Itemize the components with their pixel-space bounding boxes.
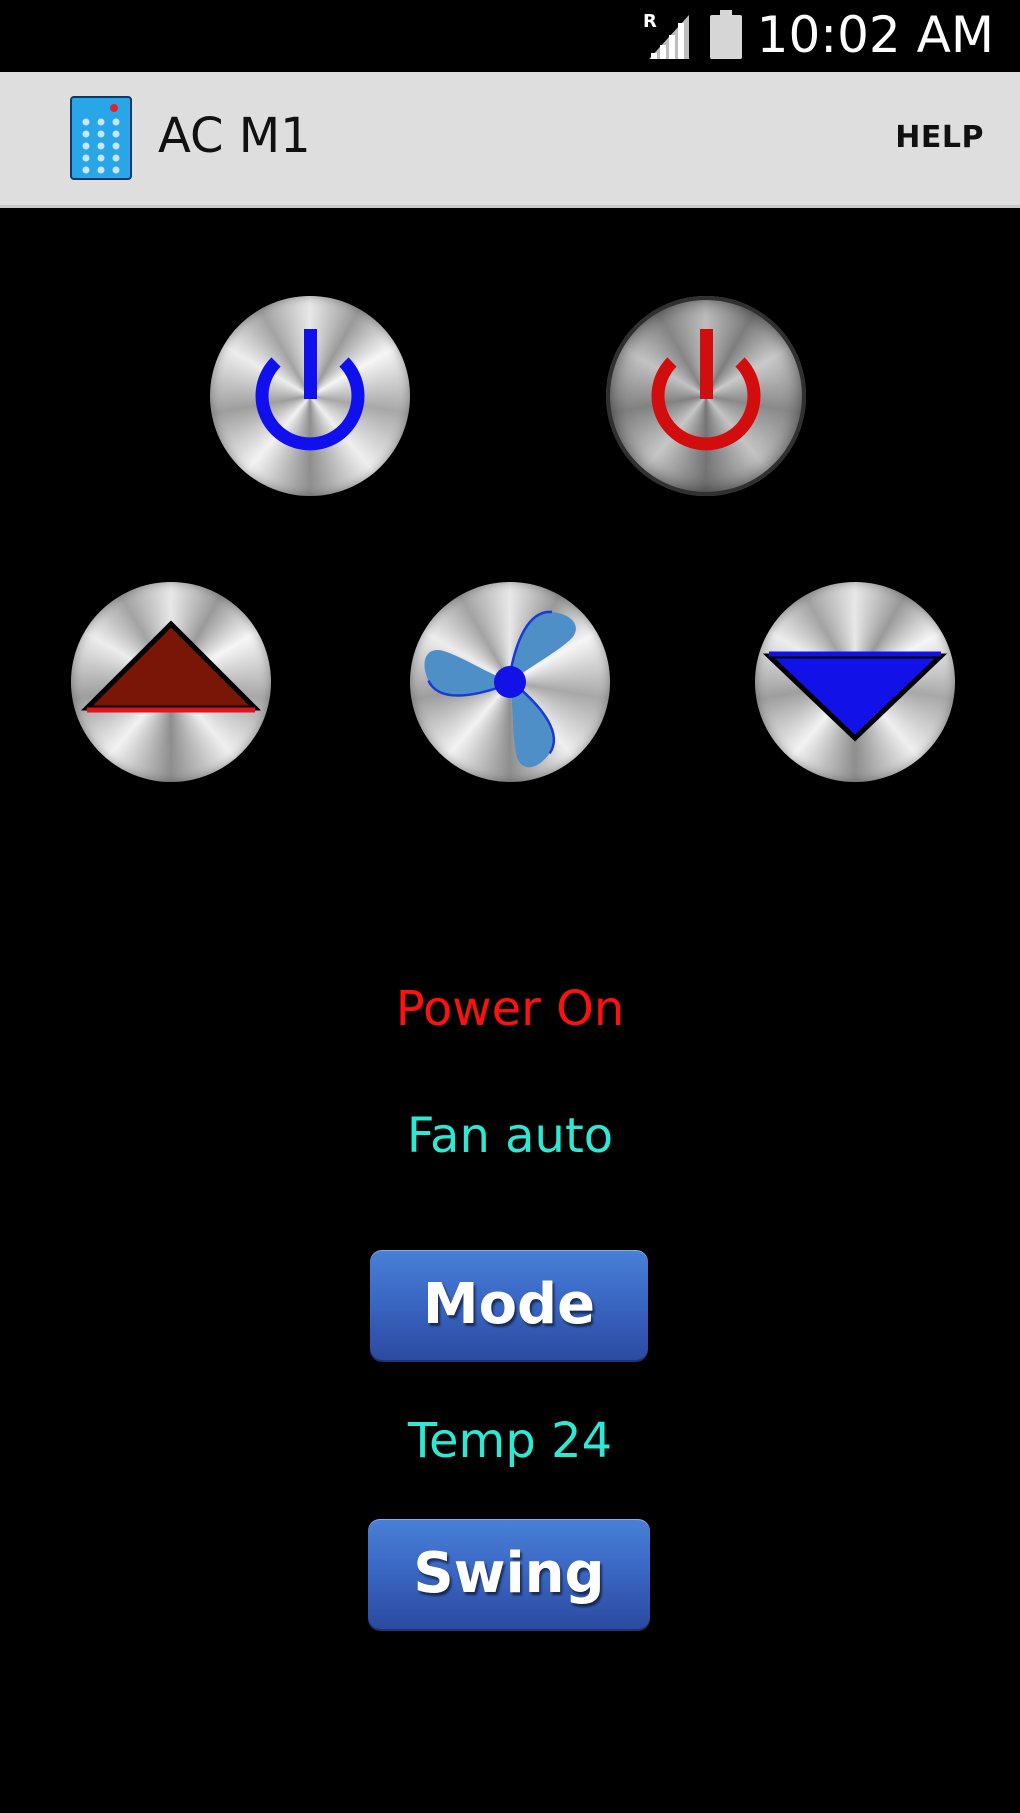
status-icons: R 10:02 AM	[643, 6, 994, 64]
swing-button[interactable]: Swing	[368, 1519, 650, 1629]
power-status: Power On	[395, 981, 625, 1037]
fan-icon	[424, 610, 576, 768]
power-off-button[interactable]	[606, 296, 806, 496]
action-bar: AC M1 HELP	[0, 72, 1020, 208]
remote-control-icon	[70, 96, 132, 180]
temp-up-button[interactable]	[71, 582, 271, 782]
temp-status: Temp 24	[407, 1413, 613, 1469]
help-button[interactable]: HELP	[895, 120, 984, 155]
mode-button[interactable]: Mode	[370, 1250, 648, 1360]
power-on-button[interactable]	[210, 296, 410, 496]
battery-icon	[709, 10, 742, 59]
fan-status: Fan auto	[406, 1108, 614, 1164]
triangle-down-icon	[762, 651, 948, 742]
signal-icon: R	[643, 11, 689, 59]
roaming-label: R	[643, 11, 657, 32]
status-bar: R 10:02 AM	[0, 0, 1020, 70]
fan-button[interactable]	[410, 582, 610, 782]
power-icon	[255, 329, 365, 451]
app-title: AC M1	[158, 108, 311, 164]
triangle-up-icon	[80, 620, 262, 713]
temp-down-button[interactable]	[755, 582, 955, 782]
status-time: 10:02 AM	[756, 6, 994, 64]
power-icon	[651, 329, 761, 451]
